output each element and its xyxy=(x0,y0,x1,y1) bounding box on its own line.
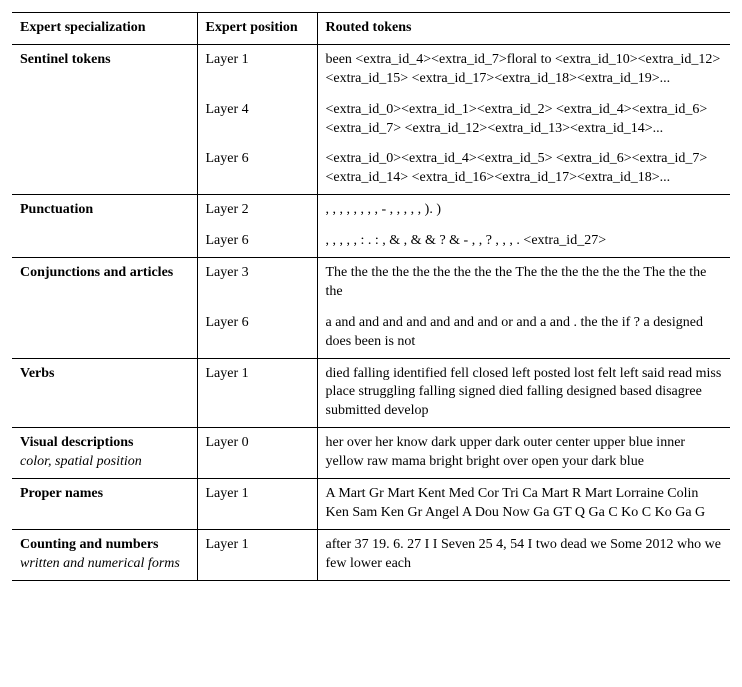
specialization-cell xyxy=(12,308,197,358)
position-cell: Layer 6 xyxy=(197,308,317,358)
tokens-cell: a and and and and and and and or and a a… xyxy=(317,308,730,358)
tokens-cell: A Mart Gr Mart Kent Med Cor Tri Ca Mart … xyxy=(317,479,730,530)
table-row: Layer 6<extra_id_0><extra_id_4><extra_id… xyxy=(12,144,730,194)
table-header-row: Expert specialization Expert position Ro… xyxy=(12,13,730,45)
specialization-cell xyxy=(12,226,197,257)
position-cell: Layer 6 xyxy=(197,144,317,194)
tokens-cell: died falling identified fell closed left… xyxy=(317,358,730,428)
table-row: Layer 4<extra_id_0><extra_id_1><extra_id… xyxy=(12,95,730,145)
specialization-cell xyxy=(12,144,197,194)
expert-specialization-table: Expert specialization Expert position Ro… xyxy=(12,12,730,581)
tokens-cell: been <extra_id_4><extra_id_7>floral to <… xyxy=(317,44,730,94)
position-cell: Layer 1 xyxy=(197,44,317,94)
spec-label: Verbs xyxy=(20,366,55,381)
tokens-cell: The the the the the the the the the The … xyxy=(317,258,730,308)
specialization-cell: Sentinel tokens xyxy=(12,44,197,94)
table-row: Layer 6a and and and and and and and or … xyxy=(12,308,730,358)
tokens-cell: <extra_id_0><extra_id_4><extra_id_5> <ex… xyxy=(317,144,730,194)
spec-label: Visual descriptions xyxy=(20,435,133,450)
position-cell: Layer 3 xyxy=(197,258,317,308)
specialization-cell: Counting and numbers written and numerica… xyxy=(12,529,197,580)
position-cell: Layer 0 xyxy=(197,428,317,479)
header-specialization: Expert specialization xyxy=(12,13,197,45)
position-cell: Layer 4 xyxy=(197,95,317,145)
position-cell: Layer 2 xyxy=(197,195,317,226)
table-row: Visual descriptions color, spatial positi… xyxy=(12,428,730,479)
table-row: Sentinel tokens Layer 1been <extra_id_4><… xyxy=(12,44,730,94)
specialization-cell: Conjunctions and articles xyxy=(12,258,197,308)
position-cell: Layer 1 xyxy=(197,479,317,530)
position-cell: Layer 1 xyxy=(197,358,317,428)
tokens-cell: , , , , , : . : , & , & & ? & - , , ? , … xyxy=(317,226,730,257)
specialization-cell: Verbs xyxy=(12,358,197,428)
specialization-cell: Proper names xyxy=(12,479,197,530)
spec-label: Conjunctions and articles xyxy=(20,265,173,280)
specialization-cell xyxy=(12,95,197,145)
tokens-cell: <extra_id_0><extra_id_1><extra_id_2> <ex… xyxy=(317,95,730,145)
header-tokens: Routed tokens xyxy=(317,13,730,45)
table-row: Conjunctions and articles Layer 3The the … xyxy=(12,258,730,308)
spec-label: Punctuation xyxy=(20,202,93,217)
header-position: Expert position xyxy=(197,13,317,45)
spec-label: Counting and numbers xyxy=(20,537,159,552)
tokens-cell: her over her know dark upper dark outer … xyxy=(317,428,730,479)
spec-sublabel: written and numerical forms xyxy=(20,556,180,571)
table-row: Counting and numbers written and numerica… xyxy=(12,529,730,580)
table-row: Layer 6, , , , , : . : , & , & & ? & - ,… xyxy=(12,226,730,257)
table-row: Punctuation Layer 2, , , , , , , , - , , … xyxy=(12,195,730,226)
spec-label: Proper names xyxy=(20,486,103,501)
specialization-cell: Punctuation xyxy=(12,195,197,226)
specialization-cell: Visual descriptions color, spatial positi… xyxy=(12,428,197,479)
tokens-cell: after 37 19. 6. 27 I I Seven 25 4, 54 I … xyxy=(317,529,730,580)
position-cell: Layer 6 xyxy=(197,226,317,257)
table-row: Verbs Layer 1died falling identified fell… xyxy=(12,358,730,428)
position-cell: Layer 1 xyxy=(197,529,317,580)
spec-sublabel: color, spatial position xyxy=(20,454,142,469)
table-row: Proper names Layer 1A Mart Gr Mart Kent M… xyxy=(12,479,730,530)
spec-label: Sentinel tokens xyxy=(20,52,111,67)
tokens-cell: , , , , , , , , - , , , , , ). ) xyxy=(317,195,730,226)
